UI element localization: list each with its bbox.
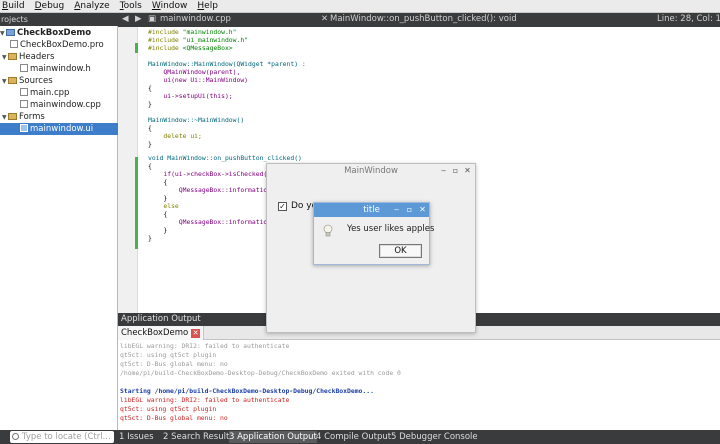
close-icon[interactable]: ✕: [463, 166, 472, 176]
information-icon: [323, 224, 333, 237]
project-panel: rojects ▼ CheckBoxDemo CheckBoxDemo.pro ▼…: [0, 13, 118, 430]
status-tab-debugger-console[interactable]: 5 Debugger Console: [391, 431, 478, 443]
status-tab-issues[interactable]: 1 Issues: [119, 431, 154, 443]
menu-analyze[interactable]: Analyze: [74, 1, 109, 11]
output-pane-title: Application Output: [121, 314, 201, 324]
editor-file-combo[interactable]: mainwindow.cpp: [160, 14, 231, 24]
code-line: ui(new Ui::MainWindow): [148, 76, 249, 84]
project-icon: [6, 29, 15, 36]
close-icon[interactable]: ✕: [418, 205, 427, 215]
cpp-file-icon: [20, 100, 28, 108]
apples-checkbox[interactable]: ✓: [278, 202, 287, 211]
code-line: }: [148, 100, 152, 108]
output-line: qt5ct: D-Bus global menu: no: [120, 360, 228, 368]
code-line: #include <QMessageBox>: [148, 44, 233, 52]
status-tab-compile-output[interactable]: 4 Compile Output: [316, 431, 391, 443]
tree-item-main-cpp[interactable]: main.cpp: [0, 87, 118, 99]
output-line: Starting /home/pi/build-CheckBoxDemo-Des…: [120, 387, 374, 395]
tree-item-header-file[interactable]: mainwindow.h: [0, 63, 118, 75]
code-line: delete ui;: [148, 132, 202, 140]
search-icon: [12, 433, 19, 440]
nav-back-icon[interactable]: ◀: [122, 14, 129, 24]
status-tab-search-results[interactable]: 2 Search Results: [163, 431, 234, 443]
message-box: title ‒ ▫ ✕ Yes user likes apples OK: [313, 202, 434, 265]
status-tab-application-output[interactable]: 3 Application Output: [229, 431, 317, 443]
function-combo[interactable]: MainWindow::on_pushButton_clicked(): voi…: [330, 14, 517, 24]
menu-help[interactable]: Help: [197, 1, 218, 11]
header-file-icon: [20, 64, 28, 72]
menu-bar: Build Debug Analyze Tools Window Help: [0, 0, 720, 13]
output-tab[interactable]: CheckBoxDemo ✕: [118, 326, 205, 340]
minimize-icon[interactable]: ‒: [439, 166, 448, 176]
tree-folder-forms[interactable]: ▼ Forms: [0, 111, 118, 123]
nav-forward-icon[interactable]: ▶: [135, 14, 142, 24]
folder-icon: [8, 113, 17, 120]
code-line: void MainWindow::on_pushButton_clicked(): [148, 154, 302, 162]
menu-window[interactable]: Window: [152, 1, 188, 11]
tree-item-pro-file[interactable]: CheckBoxDemo.pro: [0, 39, 118, 51]
output-line: /home/pi/build-CheckBoxDemo-Desktop-Debu…: [120, 369, 401, 377]
editor-toolbar: ◀ ▶ ▣ mainwindow.cpp ✕ MainWindow::on_pu…: [118, 13, 720, 27]
minimize-icon[interactable]: ‒: [392, 205, 401, 215]
cpp-file-icon: [20, 88, 28, 96]
cpp-file-icon: ▣: [148, 14, 157, 24]
folder-icon: [8, 77, 17, 84]
maximize-icon[interactable]: ▫: [451, 166, 460, 176]
output-line: qt5ct: D-Bus global menu: no: [120, 414, 228, 422]
cursor-position[interactable]: Line: 28, Col: 1: [657, 14, 720, 24]
output-text-area[interactable]: libEGL warning: DRI2: failed to authenti…: [118, 340, 720, 430]
tree-item-mainwindow-ui[interactable]: mainwindow.ui: [0, 123, 118, 135]
status-bar: Type to locate (Ctrl... 1 Issues 2 Searc…: [0, 430, 720, 444]
form-file-icon: [20, 124, 28, 132]
change-marker: [135, 157, 138, 249]
change-marker: [135, 43, 138, 53]
locator-input[interactable]: Type to locate (Ctrl...: [10, 431, 114, 443]
output-line: libEGL warning: DRI2: failed to authenti…: [120, 396, 290, 404]
code-line: MainWindow::~MainWindow(): [148, 116, 245, 124]
code-line: }: [148, 234, 152, 242]
menu-debug[interactable]: Debug: [35, 1, 65, 11]
file-icon: [10, 40, 18, 48]
tree-item-mainwindow-cpp[interactable]: mainwindow.cpp: [0, 99, 118, 111]
tree-folder-headers[interactable]: ▼ Headers: [0, 51, 118, 63]
menu-tools[interactable]: Tools: [120, 1, 142, 11]
code-line: }: [148, 140, 152, 148]
folder-icon: [8, 53, 17, 60]
message-text: Yes user likes apples: [347, 224, 435, 234]
tree-project-root[interactable]: ▼ CheckBoxDemo: [0, 27, 118, 39]
code-line: ui->setupUi(this);: [148, 92, 233, 100]
output-line: qt5ct: using qt5ct plugin: [120, 405, 217, 413]
menu-build[interactable]: Build: [2, 1, 25, 11]
output-line: libEGL warning: DRI2: failed to authenti…: [120, 342, 290, 350]
tree-folder-sources[interactable]: ▼ Sources: [0, 75, 118, 87]
maximize-icon[interactable]: ▫: [405, 205, 414, 215]
projects-header[interactable]: rojects: [0, 13, 118, 26]
ok-button[interactable]: OK: [379, 244, 422, 258]
close-tab-icon[interactable]: ✕: [191, 329, 201, 338]
output-line: qt5ct: using qt5ct plugin: [120, 351, 217, 359]
close-document-icon[interactable]: ✕: [321, 14, 328, 24]
